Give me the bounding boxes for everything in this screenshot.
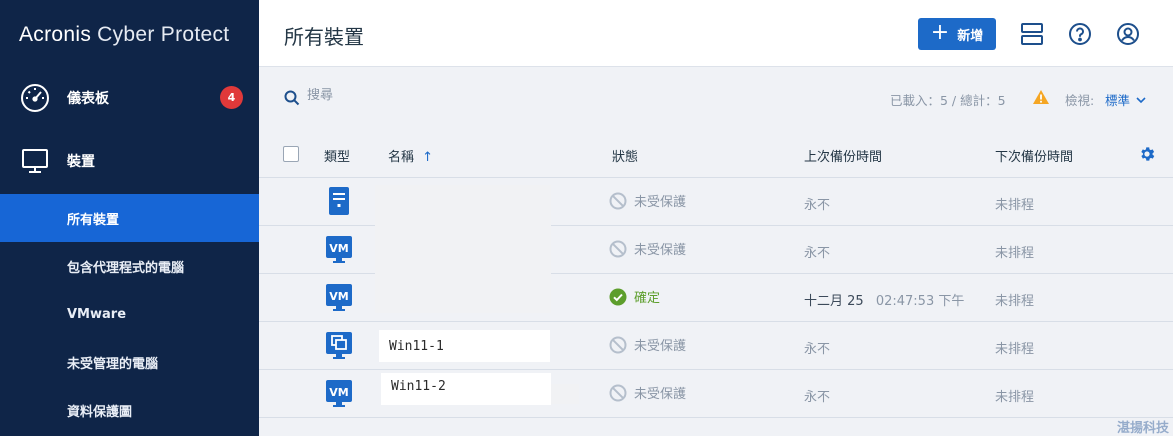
top-header: 所有裝置 + 新增 — [259, 0, 1173, 67]
watermark: 湛揚科技 — [1116, 421, 1169, 436]
status-text: 未受保護 — [634, 387, 687, 402]
sidebar-item-label: 裝置 — [67, 154, 95, 170]
last-backup-cell: 永不 — [804, 246, 831, 261]
last-backup-cell: 十二月 25 02:47:53 下午 — [804, 290, 964, 309]
last-backup-date: 十二月 25 — [804, 294, 864, 309]
view-label: 檢視: — [1065, 93, 1095, 108]
not-protected-icon — [609, 336, 627, 353]
next-backup-cell: 未排程 — [995, 390, 1035, 405]
plus-icon: + — [930, 20, 950, 45]
sidebar-item-label: 未受管理的電腦 — [67, 356, 159, 372]
next-backup-cell: 未排程 — [995, 294, 1035, 309]
brand-secondary: Cyber Protect — [97, 23, 230, 46]
vm-icon: VM — [325, 282, 353, 314]
next-backup-cell: 未排程 — [995, 198, 1035, 213]
add-button-label: 新增 — [957, 28, 984, 44]
status-badge: 未受保護 — [609, 383, 686, 402]
redaction-patch — [549, 384, 579, 404]
column-header-next-backup[interactable]: 下次備份時間 — [995, 146, 1073, 165]
sidebar: Acronis Cyber Protect 儀表板 4 裝置 所有裝置 包含代理… — [0, 0, 259, 436]
loaded-count-text: 已載入：5 / 總計：5 — [890, 93, 1006, 108]
sidebar-item-all-devices[interactable]: 所有裝置 — [0, 194, 259, 242]
sidebar-item-dashboard[interactable]: 儀表板 4 — [0, 67, 259, 129]
not-protected-icon — [609, 384, 627, 401]
next-backup-cell: 未排程 — [995, 246, 1035, 261]
user-account-icon[interactable] — [1114, 20, 1142, 48]
status-badge: 未受保護 — [609, 335, 686, 354]
status-text: 確定 — [634, 291, 661, 306]
search-icon — [284, 90, 300, 110]
sidebar-item-devices[interactable]: 裝置 — [0, 130, 259, 192]
status-badge: 未受保護 — [609, 191, 686, 210]
brand-logo: Acronis Cyber Protect — [0, 0, 259, 70]
vm-icon: VM — [325, 234, 353, 266]
last-backup-cell: 永不 — [804, 198, 831, 213]
monitor-icon — [19, 145, 51, 177]
device-name[interactable]: Win11-2 — [381, 373, 551, 405]
gauge-icon — [19, 82, 51, 114]
sidebar-item-label: 儀表板 — [67, 91, 109, 107]
devices-table: 類型 名稱 ↑ 狀態 上次備份時間 下次備份時間 未受保護 永不 未排程 VM … — [259, 129, 1173, 418]
last-backup-cell: 永不 — [804, 342, 831, 357]
column-header-name[interactable]: 名稱 ↑ — [388, 146, 433, 165]
last-backup-time: 02:47:53 下午 — [875, 294, 965, 309]
check-circle-icon — [609, 288, 627, 305]
chevron-down-icon — [1136, 92, 1146, 107]
column-header-name-label: 名稱 — [388, 150, 415, 165]
sidebar-item-label: VMware — [67, 306, 127, 322]
alert-count-badge: 4 — [220, 86, 243, 109]
column-header-status[interactable]: 狀態 — [612, 146, 638, 165]
column-header-last-backup[interactable]: 上次備份時間 — [804, 146, 882, 165]
warning-icon[interactable] — [1032, 89, 1050, 109]
sidebar-item-vmware[interactable]: VMware — [0, 290, 259, 338]
brand-primary: Acronis — [19, 23, 92, 46]
toolbar: 已載入：5 / 總計：5 檢視: 標準 — [259, 67, 1173, 129]
svg-text:VM: VM — [329, 386, 348, 399]
sidebar-item-label: 所有裝置 — [67, 212, 120, 228]
status-badge: 確定 — [609, 287, 660, 306]
sidebar-item-unmanaged-machines[interactable]: 未受管理的電腦 — [0, 338, 259, 386]
sidebar-item-data-protection-map[interactable]: 資料保護圖 — [0, 386, 259, 434]
page-title: 所有裝置 — [284, 25, 364, 49]
status-text: 未受保護 — [634, 339, 687, 354]
server-icon — [325, 186, 353, 218]
status-text: 未受保護 — [634, 195, 687, 210]
next-backup-cell: 未排程 — [995, 342, 1035, 357]
status-badge: 未受保護 — [609, 239, 686, 258]
view-dropdown-value: 標準 — [1105, 93, 1131, 108]
sidebar-item-label: 包含代理程式的電腦 — [67, 260, 185, 276]
not-protected-icon — [609, 240, 627, 257]
sidebar-item-machines-with-agents[interactable]: 包含代理程式的電腦 — [0, 242, 259, 290]
add-button[interactable]: + 新增 — [918, 18, 996, 50]
svg-text:VM: VM — [329, 242, 348, 255]
table-row[interactable]: VM Win11-2 未受保護 永不 未排程 — [259, 370, 1173, 418]
device-name[interactable]: Win11-1 — [379, 330, 550, 362]
column-header-type[interactable]: 類型 — [324, 146, 350, 165]
vm-group-icon — [325, 330, 353, 362]
status-text: 未受保護 — [634, 243, 687, 258]
svg-text:VM: VM — [329, 290, 348, 303]
not-protected-icon — [609, 192, 627, 209]
help-icon[interactable] — [1066, 20, 1094, 48]
table-row[interactable]: Win11-1 未受保護 永不 未排程 — [259, 322, 1173, 370]
redacted-names-block — [375, 185, 551, 313]
layout-toggle-icon[interactable] — [1018, 20, 1046, 48]
search-input[interactable] — [307, 88, 507, 103]
gear-icon[interactable] — [1138, 145, 1156, 167]
select-all-checkbox[interactable] — [283, 146, 299, 162]
vm-icon: VM — [325, 378, 353, 410]
sidebar-item-label: 資料保護圖 — [67, 404, 133, 420]
last-backup-cell: 永不 — [804, 390, 831, 405]
sort-ascending-icon: ↑ — [422, 150, 434, 165]
view-dropdown[interactable]: 標準 — [1105, 90, 1146, 109]
table-header: 類型 名稱 ↑ 狀態 上次備份時間 下次備份時間 — [259, 129, 1173, 178]
